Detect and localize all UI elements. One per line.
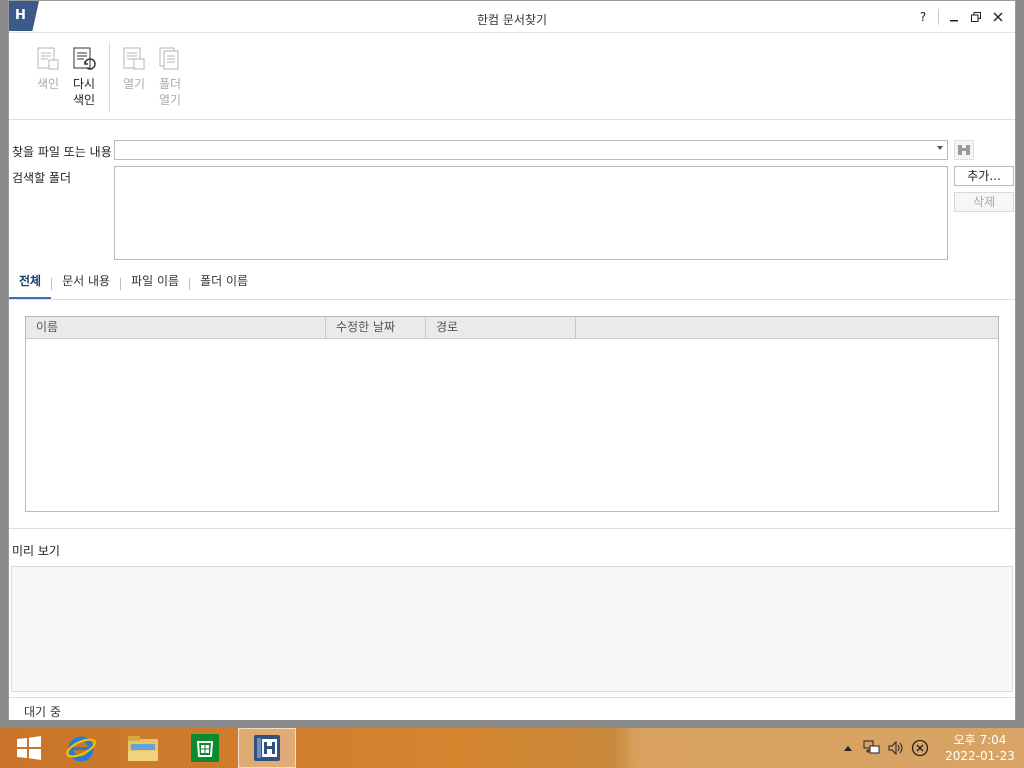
- title-divider: [938, 9, 939, 25]
- taskbar-hancom-finder[interactable]: [238, 728, 296, 768]
- query-label: 찾을 파일 또는 내용: [12, 145, 112, 159]
- start-button[interactable]: [0, 728, 58, 768]
- index-icon: [37, 47, 59, 70]
- tab-folder-name[interactable]: 폴더 이름: [190, 269, 258, 299]
- window-title: 한컴 문서찾기: [476, 13, 548, 27]
- ribbon-toolbar: 색인 다시 색인 열기 폴더 열기: [9, 34, 1015, 120]
- restore-icon: [971, 12, 981, 22]
- open-document-icon: [123, 47, 145, 70]
- open-folder-label: 폴더 열기: [158, 77, 182, 107]
- open-folder-button[interactable]: 폴더 열기: [153, 46, 187, 108]
- index-button[interactable]: 색인: [31, 46, 65, 92]
- reindex-icon: [73, 47, 96, 70]
- taskbar-internet-explorer[interactable]: [52, 728, 110, 768]
- results-table[interactable]: 이름 수정한 날짜 경로: [25, 316, 999, 512]
- taskbar-clock[interactable]: 오후 7:04 2022-01-23: [936, 732, 1024, 764]
- network-tray-button[interactable]: [860, 736, 884, 760]
- ribbon-divider: [109, 42, 110, 112]
- title-bar[interactable]: H 한컴 문서찾기 ?: [9, 1, 1015, 33]
- index-label: 색인: [36, 77, 60, 91]
- volume-tray-button[interactable]: [884, 736, 908, 760]
- error-circle-icon: [911, 739, 929, 757]
- preview-label: 미리 보기: [12, 544, 60, 558]
- add-folder-button[interactable]: 추가...: [954, 166, 1014, 186]
- clock-time: 오후 7:04: [953, 733, 1007, 747]
- close-button[interactable]: [987, 7, 1009, 27]
- network-icon: [863, 740, 880, 754]
- volume-icon: [888, 740, 903, 756]
- open-folder-icon: [159, 47, 179, 70]
- reindex-button[interactable]: 다시 색인: [67, 46, 101, 108]
- query-combobox[interactable]: [114, 140, 948, 160]
- hancom-finder-icon: [254, 735, 280, 761]
- help-button[interactable]: ?: [912, 7, 934, 27]
- tab-all[interactable]: 전체: [9, 269, 52, 299]
- minimize-button[interactable]: [943, 7, 965, 27]
- status-text: 대기 중: [24, 705, 61, 719]
- taskbar-store[interactable]: [176, 728, 234, 768]
- taskbar: 오후 7:04 2022-01-23: [0, 728, 1024, 768]
- window-frame: H 한컴 문서찾기 ? 색인 다시 색인 열기 폴더 열기 찾을 파일 또는 내…: [0, 0, 1024, 728]
- find-button[interactable]: [954, 140, 974, 160]
- folder-icon: [128, 736, 158, 761]
- folder-label: 검색할 폴더: [12, 171, 72, 185]
- internet-explorer-icon: [66, 736, 96, 762]
- reindex-label: 다시 색인: [72, 77, 96, 107]
- action-center-tray-button[interactable]: [908, 736, 932, 760]
- taskbar-file-explorer[interactable]: [114, 728, 172, 768]
- store-icon: [191, 734, 219, 762]
- open-label: 열기: [122, 77, 146, 91]
- system-tray: 오후 7:04 2022-01-23: [836, 728, 1024, 768]
- open-button[interactable]: 열기: [117, 46, 151, 92]
- column-header-empty: [576, 317, 998, 339]
- close-icon: [993, 12, 1003, 22]
- show-hidden-icons-button[interactable]: [836, 736, 860, 760]
- window-controls: ?: [912, 7, 1009, 27]
- restore-button[interactable]: [965, 7, 987, 27]
- results-panel: 이름 수정한 날짜 경로: [9, 299, 1015, 529]
- column-header-path[interactable]: 경로: [426, 317, 576, 339]
- search-folder-list[interactable]: [114, 166, 948, 260]
- status-bar: 대기 중: [9, 697, 1015, 720]
- app-window: H 한컴 문서찾기 ? 색인 다시 색인 열기 폴더 열기 찾을 파일 또는 내…: [8, 0, 1016, 720]
- delete-folder-button[interactable]: 삭제: [954, 192, 1014, 212]
- column-header-modified[interactable]: 수정한 날짜: [326, 317, 426, 339]
- tab-file-name[interactable]: 파일 이름: [121, 269, 189, 299]
- tab-document-content[interactable]: 문서 내용: [52, 269, 120, 299]
- binoculars-icon: [958, 145, 970, 155]
- preview-pane: [11, 566, 1013, 692]
- chevron-up-icon: [844, 746, 852, 751]
- minimize-icon: [950, 20, 958, 22]
- results-table-header: 이름 수정한 날짜 경로: [26, 317, 998, 339]
- results-tabs: 전체 문서 내용 파일 이름 폴더 이름: [9, 269, 258, 299]
- windows-logo-icon: [17, 736, 41, 760]
- dropdown-arrow-icon[interactable]: [937, 146, 943, 150]
- column-header-name[interactable]: 이름: [26, 317, 326, 339]
- clock-date: 2022-01-23: [945, 749, 1015, 763]
